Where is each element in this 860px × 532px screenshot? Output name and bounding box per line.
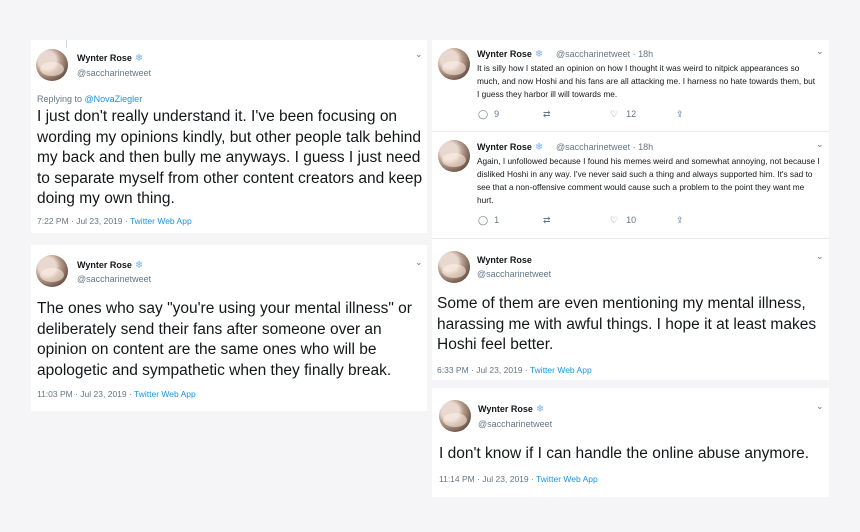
author-name-text[interactable]: Wynter Rose <box>478 404 533 414</box>
timestamp-text[interactable]: 11:14 PM · Jul 23, 2019 · <box>439 474 536 484</box>
tweet-card: Wynter Rose ❄ @saccharinetweet ⌄ Replying… <box>31 40 427 233</box>
replying-to-label: Replying to <box>37 94 85 104</box>
avatar[interactable] <box>36 255 68 287</box>
divider <box>432 131 829 132</box>
author-name-text[interactable]: Wynter Rose <box>77 53 132 63</box>
tweet-timestamp: 11:14 PM · Jul 23, 2019 · Twitter Web Ap… <box>439 474 598 484</box>
author-handle[interactable]: @saccharinetweet <box>477 269 551 279</box>
avatar[interactable] <box>438 48 470 80</box>
author-handle[interactable]: @saccharinetweet <box>77 68 151 78</box>
chevron-down-icon[interactable]: ⌄ <box>816 401 824 412</box>
replying-to: Replying to @NovaZiegler <box>37 94 142 104</box>
author-name-text[interactable]: Wynter Rose <box>77 260 132 270</box>
retweet-icon: ⇄ <box>543 109 551 119</box>
share-icon: ⇪ <box>676 109 684 119</box>
tweet-timestamp: 6:33 PM · Jul 23, 2019 · Twitter Web App <box>437 365 592 375</box>
avatar[interactable] <box>439 400 471 432</box>
tweet-text: I don't know if I can handle the online … <box>439 445 810 462</box>
timestamp-text[interactable]: 7:22 PM · Jul 23, 2019 · <box>37 216 130 226</box>
snowflake-icon: ❄ <box>134 53 144 64</box>
tweet-card: Wynter Rose ❄ @saccharinetweet ⌄ I don't … <box>432 388 829 497</box>
avatar[interactable] <box>36 49 68 81</box>
chevron-down-icon[interactable]: ⌄ <box>816 139 824 150</box>
reply-button[interactable]: ◯ 1 <box>478 215 499 226</box>
retweet-button[interactable]: ⇄ <box>543 109 551 120</box>
chevron-down-icon[interactable]: ⌄ <box>816 46 824 57</box>
snowflake-icon: ❄ <box>534 49 544 60</box>
tweet-timestamp: 7:22 PM · Jul 23, 2019 · Twitter Web App <box>37 216 192 226</box>
chevron-down-icon[interactable]: ⌄ <box>415 257 423 268</box>
like-count: 10 <box>626 215 637 225</box>
retweet-button[interactable]: ⇄ <box>543 215 551 226</box>
author-name[interactable]: Wynter Rose ❄ <box>478 404 544 415</box>
like-count: 12 <box>626 109 637 119</box>
divider <box>432 238 829 239</box>
tweet-text: I just don't really understand it. I've … <box>37 108 423 207</box>
author-name-text[interactable]: Wynter Rose <box>477 255 532 265</box>
share-button[interactable]: ⇪ <box>676 109 684 120</box>
source-app-link[interactable]: Twitter Web App <box>134 389 196 399</box>
thread-card: Wynter Rose ❄ @saccharinetweet · 18h ⌄ It… <box>432 40 829 380</box>
replying-to-link[interactable]: @NovaZiegler <box>85 94 143 104</box>
share-button[interactable]: ⇪ <box>676 215 684 226</box>
source-app-link[interactable]: Twitter Web App <box>530 365 592 375</box>
share-icon: ⇪ <box>676 215 684 225</box>
author-name[interactable]: Wynter Rose ❄ <box>477 142 543 153</box>
tweet-card: Wynter Rose ❄ @saccharinetweet ⌄ The ones… <box>31 245 427 411</box>
author-name-text[interactable]: Wynter Rose <box>477 49 532 59</box>
like-button[interactable]: ♡ 12 <box>610 109 636 120</box>
author-name[interactable]: Wynter Rose <box>477 255 532 265</box>
author-name-text[interactable]: Wynter Rose <box>477 142 532 152</box>
author-name[interactable]: Wynter Rose ❄ <box>77 260 143 271</box>
tweet-text: It is silly how I stated an opinion on h… <box>477 63 816 99</box>
author-handle[interactable]: @saccharinetweet · 18h <box>556 142 653 152</box>
reply-count: 1 <box>494 215 500 225</box>
retweet-icon: ⇄ <box>543 215 551 225</box>
author-name[interactable]: Wynter Rose ❄ <box>477 49 543 60</box>
author-name[interactable]: Wynter Rose ❄ <box>77 53 143 64</box>
tweet-text: Again, I unfollowed because I found his … <box>477 156 820 205</box>
timestamp-text[interactable]: 11:03 PM · Jul 23, 2019 · <box>37 389 134 399</box>
chevron-down-icon[interactable]: ⌄ <box>415 49 423 60</box>
author-handle[interactable]: @saccharinetweet <box>77 274 151 284</box>
tweet-text: Some of them are even mentioning my ment… <box>437 295 817 353</box>
tweet-timestamp: 11:03 PM · Jul 23, 2019 · Twitter Web Ap… <box>37 389 196 399</box>
thread-line <box>66 40 67 48</box>
source-app-link[interactable]: Twitter Web App <box>130 216 192 226</box>
reply-button[interactable]: ◯ 9 <box>478 109 499 120</box>
snowflake-icon: ❄ <box>534 142 544 153</box>
reply-icon: ◯ <box>478 109 489 119</box>
snowflake-icon: ❄ <box>134 260 144 271</box>
like-button[interactable]: ♡ 10 <box>610 215 636 226</box>
author-handle[interactable]: @saccharinetweet <box>478 419 552 429</box>
like-icon: ♡ <box>610 215 619 225</box>
snowflake-icon: ❄ <box>535 404 545 415</box>
avatar[interactable] <box>438 140 470 172</box>
reply-count: 9 <box>494 109 500 119</box>
like-icon: ♡ <box>610 109 619 119</box>
author-handle[interactable]: @saccharinetweet · 18h <box>556 49 653 59</box>
reply-icon: ◯ <box>478 215 489 225</box>
source-app-link[interactable]: Twitter Web App <box>536 474 598 484</box>
timestamp-text[interactable]: 6:33 PM · Jul 23, 2019 · <box>437 365 530 375</box>
chevron-down-icon[interactable]: ⌄ <box>816 251 824 262</box>
tweet-text: The ones who say "you're using your ment… <box>37 300 412 379</box>
avatar[interactable] <box>438 251 470 283</box>
